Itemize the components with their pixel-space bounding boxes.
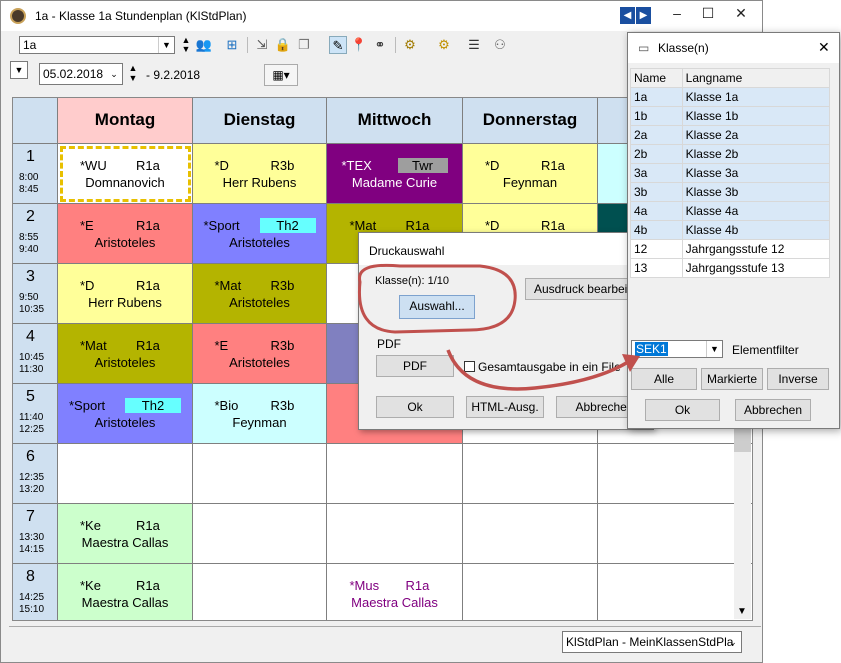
annotation-arrow: [446, 349, 629, 391]
highlight-ellipse: [357, 263, 517, 334]
annotation-overlay: [357, 263, 640, 391]
